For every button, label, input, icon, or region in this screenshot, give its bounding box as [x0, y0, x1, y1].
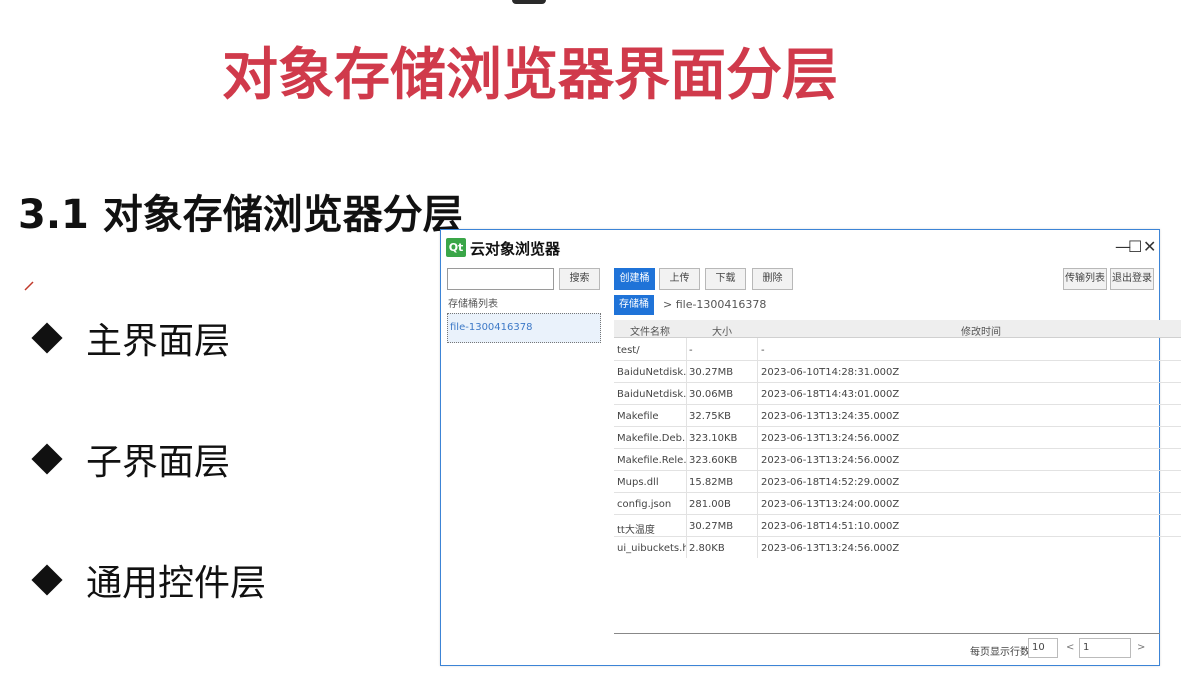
file-size-cell: -: [689, 345, 693, 356]
table-row[interactable]: test/ - -: [614, 339, 1181, 361]
bullet-main-layer: 主界面层: [30, 312, 230, 364]
file-name-cell: Mups.dll: [617, 477, 659, 488]
bullet-text: 子界面层: [86, 442, 231, 483]
file-size-cell: 2.80KB: [689, 543, 725, 554]
table-row[interactable]: Mups.dll 15.82MB 2023-06-18T14:52:29.000…: [614, 471, 1181, 493]
cloud-browser-window: Qt 云对象浏览器 — ☐ ✕ 搜索 创建桶 上传 下载 删除 传输列表 退出登…: [440, 229, 1181, 666]
file-name-cell: config.json: [617, 499, 672, 510]
column-header-name[interactable]: 文件名称: [630, 323, 670, 338]
page-number-input[interactable]: 1: [1079, 638, 1131, 658]
file-name-cell: tt大温度: [617, 525, 655, 536]
slide-title: 对象存储浏览器界面分层: [222, 43, 838, 108]
search-input[interactable]: [447, 268, 554, 290]
column-divider: [686, 338, 687, 558]
search-button[interactable]: 搜索: [559, 268, 600, 290]
file-modified-cell: 2023-06-13T13:24:56.000Z: [761, 455, 900, 466]
bullet-text: 主界面层: [86, 321, 231, 362]
diamond-bullet-icon: [31, 322, 63, 354]
logout-button[interactable]: 退出登录: [1110, 268, 1154, 290]
file-name-cell: test/: [617, 345, 640, 356]
transfer-list-button[interactable]: 传输列表: [1063, 268, 1107, 290]
bucket-name: file-1300416378: [450, 322, 533, 333]
close-icon[interactable]: ✕: [1143, 237, 1156, 256]
create-bucket-button[interactable]: 创建桶: [614, 268, 655, 290]
file-name-cell: Makefile.Rele...: [617, 455, 687, 466]
table-row[interactable]: Makefile.Deb... 323.10KB 2023-06-13T13:2…: [614, 427, 1181, 449]
file-size-cell: 32.75KB: [689, 411, 732, 422]
column-divider: [757, 338, 758, 558]
file-modified-cell: 2023-06-18T14:51:10.000Z: [761, 521, 900, 532]
table-row[interactable]: Makefile 32.75KB 2023-06-13T13:24:35.000…: [614, 405, 1181, 427]
maximize-icon[interactable]: ☐: [1128, 237, 1142, 256]
file-modified-cell: 2023-06-10T14:28:31.000Z: [761, 367, 900, 378]
file-name-cell: Makefile.Deb...: [617, 433, 687, 444]
file-size-cell: 323.10KB: [689, 433, 738, 444]
bucket-list-item[interactable]: file-1300416378: [447, 313, 601, 343]
file-size-cell: 15.82MB: [689, 477, 734, 488]
file-modified-cell: 2023-06-13T13:24:35.000Z: [761, 411, 900, 422]
upload-button[interactable]: 上传: [659, 268, 700, 290]
file-modified-cell: 2023-06-13T13:24:56.000Z: [761, 433, 900, 444]
file-size-cell: 30.27MB: [689, 367, 734, 378]
file-modified-cell: 2023-06-13T13:24:56.000Z: [761, 543, 900, 554]
file-modified-cell: 2023-06-13T13:24:00.000Z: [761, 499, 900, 510]
column-header-modified[interactable]: 修改时间: [961, 323, 1001, 338]
window-title: 云对象浏览器: [470, 240, 561, 258]
delete-button[interactable]: 删除: [752, 268, 793, 290]
file-size-cell: 30.27MB: [689, 521, 734, 532]
breadcrumb-path: > file-1300416378: [663, 298, 767, 311]
footer-divider: [614, 633, 1160, 634]
rows-per-page-label: 每页显示行数: [970, 647, 1030, 658]
table-row[interactable]: BaiduNetdisk... 30.06MB 2023-06-18T14:43…: [614, 383, 1181, 405]
table-row[interactable]: ui_uibuckets.h 2.80KB 2023-06-13T13:24:5…: [614, 537, 1181, 559]
title-bar: Qt 云对象浏览器 — ☐ ✕: [441, 230, 1159, 264]
file-name-cell: Makefile: [617, 411, 659, 422]
file-size-cell: 281.00B: [689, 499, 731, 510]
top-tab-decoration: [512, 0, 546, 4]
file-name-cell: ui_uibuckets.h: [617, 543, 687, 554]
bullet-text: 通用控件层: [86, 563, 267, 604]
file-name-cell: BaiduNetdisk...: [617, 367, 687, 378]
table-header: 文件名称 大小 修改时间: [614, 320, 1181, 338]
diamond-bullet-icon: [31, 443, 63, 475]
bullet-sub-layer: 子界面层: [30, 433, 230, 485]
table-row[interactable]: tt大温度 30.27MB 2023-06-18T14:51:10.000Z: [614, 515, 1181, 537]
file-modified-cell: 2023-06-18T14:52:29.000Z: [761, 477, 900, 488]
bullet-common-widget-layer: 通用控件层: [30, 554, 266, 606]
bucket-list-label: 存储桶列表: [448, 299, 498, 310]
qt-logo-icon: Qt: [446, 238, 466, 257]
table-row[interactable]: Makefile.Rele... 323.60KB 2023-06-13T13:…: [614, 449, 1181, 471]
file-size-cell: 30.06MB: [689, 389, 734, 400]
rows-per-page-input[interactable]: 10: [1028, 638, 1058, 658]
table-row[interactable]: BaiduNetdisk... 30.27MB 2023-06-10T14:28…: [614, 361, 1181, 383]
file-size-cell: 323.60KB: [689, 455, 738, 466]
diamond-bullet-icon: [31, 564, 63, 596]
section-title: 3.1 对象存储浏览器分层: [18, 192, 463, 238]
prev-page-button[interactable]: <: [1066, 642, 1074, 653]
download-button[interactable]: 下载: [705, 268, 746, 290]
file-modified-cell: 2023-06-18T14:43:01.000Z: [761, 389, 900, 400]
breadcrumb-root-button[interactable]: 存储桶: [614, 295, 654, 315]
table-row[interactable]: config.json 281.00B 2023-06-13T13:24:00.…: [614, 493, 1181, 515]
pen-icon: [24, 281, 34, 291]
file-name-cell: BaiduNetdisk...: [617, 389, 687, 400]
file-modified-cell: -: [761, 345, 765, 356]
next-page-button[interactable]: >: [1137, 642, 1145, 653]
column-header-size[interactable]: 大小: [712, 323, 732, 338]
